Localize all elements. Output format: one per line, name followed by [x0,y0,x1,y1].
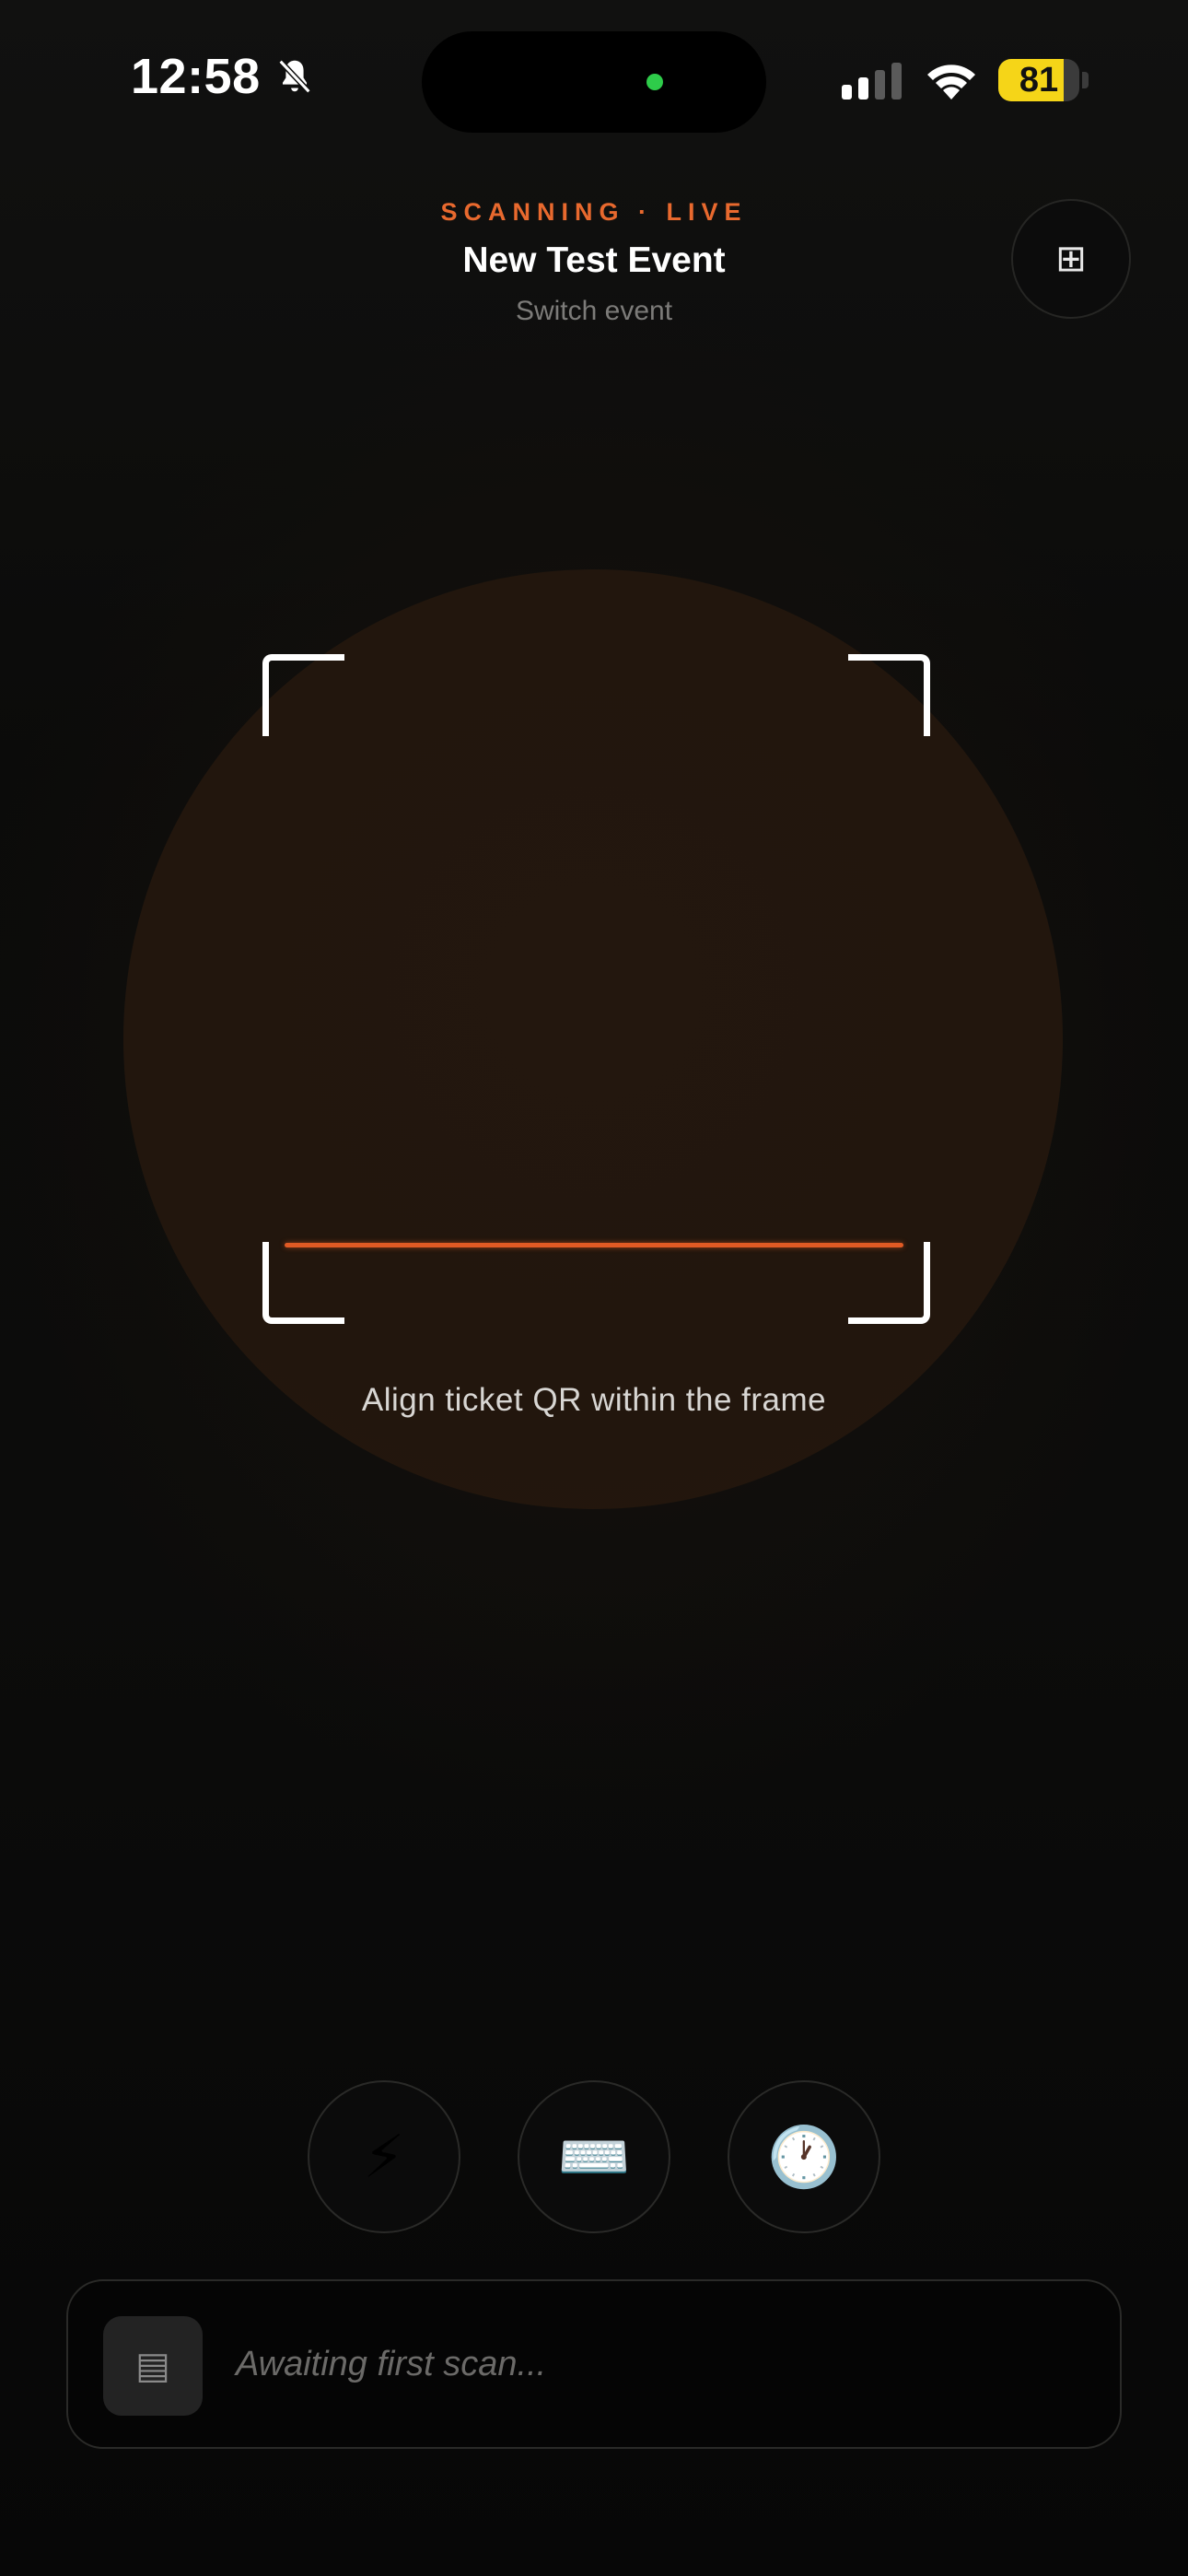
grid-icon: ⊞ [1055,239,1087,279]
frame-corner-bottom-left [262,1242,344,1324]
keyboard-icon: ⌨️ [557,2123,631,2190]
scanner-screen: 12:58 81 SCANNING · LIVE New Test Event … [0,0,1188,2576]
frame-corner-top-right [848,654,930,736]
manual-entry-button[interactable]: ⌨️ [518,2080,670,2233]
lightning-icon: ⚡ [363,2123,405,2190]
frame-corner-bottom-right [848,1242,930,1324]
switch-event-link[interactable]: Switch event [0,293,1188,330]
ticket-icon-glyph: ▤ [135,2346,170,2386]
battery-cap [1082,72,1089,88]
result-status-text: Awaiting first scan... [236,2345,547,2383]
clock-text: 12:58 [131,49,261,104]
grid-menu-button[interactable]: ⊞ [1011,199,1131,319]
event-title: New Test Event [462,240,726,280]
battery-percent: 81 [1019,61,1059,100]
bell-slash-icon [278,59,311,94]
battery-icon: 81 [998,59,1079,101]
wifi-icon [927,64,975,100]
clock-icon: 🕐 [767,2123,841,2190]
scan-line [285,1243,903,1247]
event-header: SCANNING · LIVE New Test Event Switch ev… [0,193,1188,330]
dynamic-island [422,31,766,133]
camera-indicator-dot [646,74,663,90]
scanning-live-label: SCANNING · LIVE [440,198,748,226]
flash-toggle-button[interactable]: ⚡ [308,2080,460,2233]
scan-history-button[interactable]: 🕐 [728,2080,880,2233]
align-hint-text: Align ticket QR within the frame [361,1382,827,1418]
frame-corner-top-left [262,654,344,736]
status-time: 12:58 [131,48,316,105]
cellular-signal-icon [842,63,902,100]
last-scan-result[interactable]: ▤ Awaiting first scan... [66,2279,1122,2449]
ticket-icon: ▤ [103,2316,203,2416]
